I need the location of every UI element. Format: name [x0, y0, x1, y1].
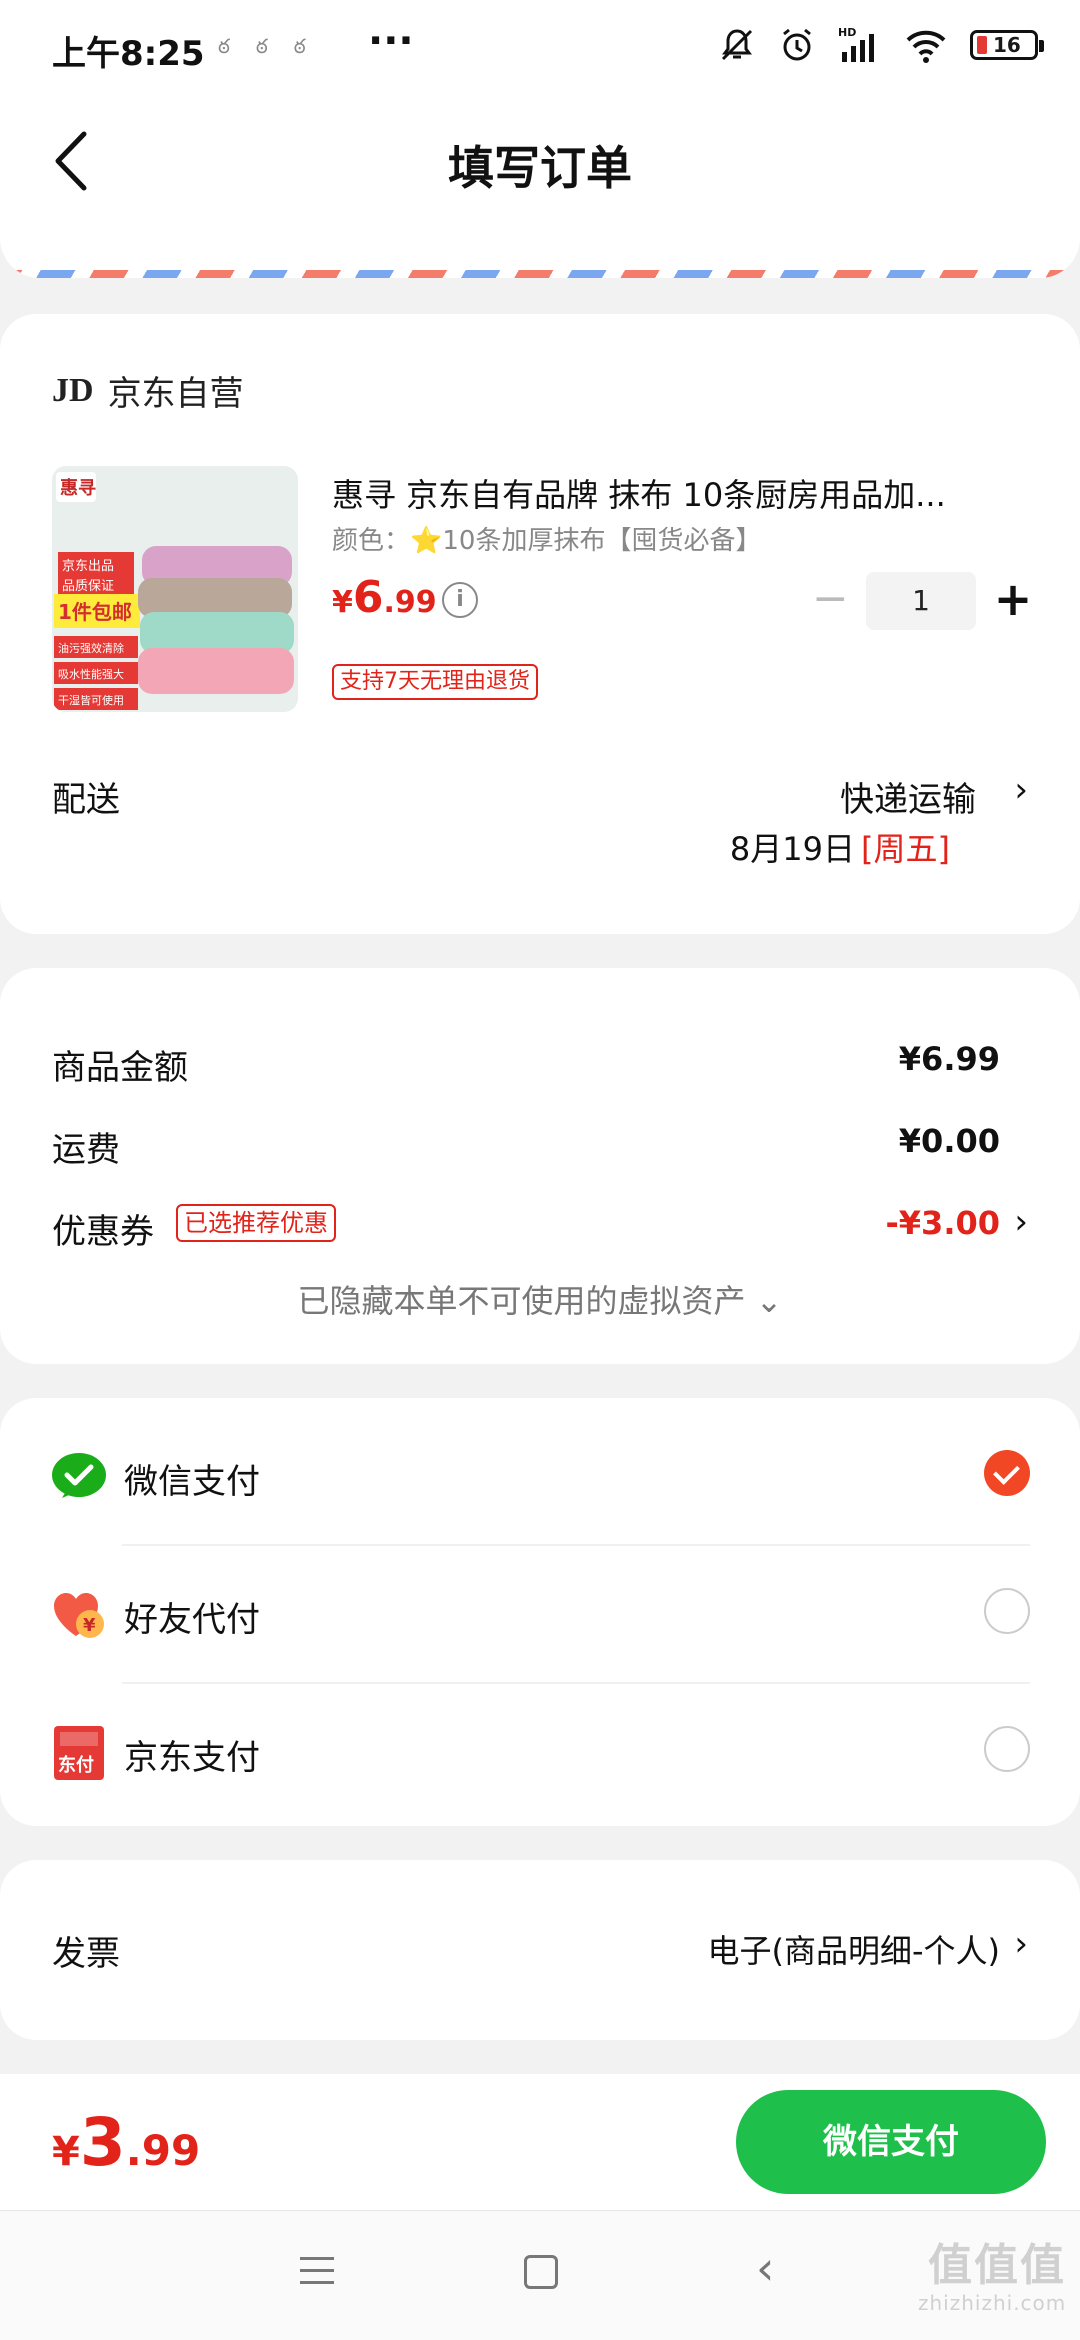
chevron-right-icon[interactable]: ›: [1014, 1202, 1028, 1242]
title-bar: 填写订单: [0, 96, 1080, 232]
invoice-value[interactable]: 电子(商品明细-个人): [707, 1926, 1000, 1972]
product-price: ¥ 6 .99: [332, 572, 437, 623]
product-image-tag2: 品质保证: [62, 579, 114, 594]
jd-pay-icon-text: 东付: [58, 1754, 94, 1776]
price-currency: ¥: [332, 585, 353, 620]
status-bar: 上午8:25 ఠఠఠ ··· HD 16: [0, 0, 1080, 96]
product-image-tag1: 京东出品: [62, 559, 114, 574]
goods-amount-label: 商品金额: [52, 1048, 188, 1088]
envelope-stripe: [0, 270, 1080, 278]
submit-payment-button[interactable]: 微信支付: [736, 2090, 1046, 2194]
system-nav-bar: ‹ 值值值 zhizhizhi.com: [0, 2210, 1080, 2340]
product-variant: 颜色：⭐10条加厚抹布【囤货必备】: [332, 526, 762, 556]
radio-unchecked-icon[interactable]: [984, 1726, 1030, 1772]
amount-card: 商品金额 ¥6.99 运费 ¥0.00 优惠券 已选推荐优惠 -¥3.00 › …: [0, 968, 1080, 1364]
alarm-icon: [783, 28, 811, 61]
goods-amount-value: ¥6.99: [898, 1040, 1000, 1078]
payment-label-wechat: 微信支付: [124, 1462, 260, 1502]
product-image-feature3: 干湿皆可使用: [58, 694, 124, 707]
radio-checked-icon[interactable]: [984, 1450, 1030, 1496]
checkout-bar: ¥ 3 .99 微信支付: [0, 2074, 1080, 2210]
invoice-card[interactable]: 发票 电子(商品明细-个人) ›: [0, 1860, 1080, 2040]
address-card[interactable]: [0, 232, 1080, 278]
coupon-badge: 已选推荐优惠: [176, 1204, 336, 1242]
quantity-decrease-button[interactable]: −: [812, 577, 849, 621]
status-time: 上午8:25: [52, 34, 205, 74]
product-image-feature2: 吸水性能强大: [58, 667, 124, 681]
price-info-icon[interactable]: i: [442, 582, 478, 618]
payment-option-friend[interactable]: ¥ 好友代付: [0, 1546, 1080, 1684]
total-currency: ¥: [52, 2129, 80, 2175]
payment-card: 微信支付 ¥ 好友代付 东付 京东支付: [0, 1398, 1080, 1826]
total-integer: 3: [79, 2104, 126, 2181]
radio-unchecked-icon[interactable]: [984, 1588, 1030, 1634]
coupon-value[interactable]: -¥3.00: [886, 1204, 1001, 1242]
svg-text:HD: HD: [838, 26, 856, 39]
delivery-weekday: [周五]: [861, 830, 950, 868]
total-decimal: .99: [125, 2126, 201, 2175]
shop-row: JD 京东自营: [52, 366, 244, 415]
wechat-pay-icon: [52, 1453, 106, 1498]
status-icons: HD 16: [718, 26, 1044, 64]
shipping-value: ¥0.00: [898, 1122, 1000, 1160]
nav-back-button[interactable]: ‹: [756, 2241, 774, 2295]
payment-label-friend: 好友代付: [124, 1600, 260, 1640]
delivery-date-day: 8月19日: [729, 830, 856, 868]
payment-option-wechat[interactable]: 微信支付: [0, 1408, 1080, 1546]
order-card: JD 京东自营 惠寻 京东出品 品质保证 1件包邮 油污强效清除 吸水性能强大 …: [0, 314, 1080, 934]
delivery-date: 8月19日 [周五]: [730, 824, 950, 870]
hidden-assets-toggle[interactable]: 已隐藏本单不可使用的虚拟资产 ⌄: [0, 1276, 1080, 1322]
watermark: 值值值: [928, 2240, 1066, 2291]
jd-pay-icon: 东付: [54, 1726, 104, 1780]
recents-button[interactable]: [300, 2257, 334, 2293]
home-button[interactable]: [524, 2255, 558, 2289]
payment-option-jd[interactable]: 东付 京东支付: [0, 1684, 1080, 1822]
quantity-input[interactable]: 1: [866, 572, 976, 630]
product-image[interactable]: 惠寻 京东出品 品质保证 1件包邮 油污强效清除 吸水性能强大 干湿皆可使用: [52, 466, 298, 712]
product-image-promo: 1件包邮: [58, 600, 132, 624]
page-title: 填写订单: [448, 141, 632, 195]
delivery-method[interactable]: 快递运输: [840, 772, 976, 821]
product-title[interactable]: 惠寻 京东自有品牌 抹布 10条厨房用品加...: [332, 470, 1032, 516]
notification-icons: ఠఠఠ: [218, 34, 332, 58]
battery-icon: 16: [970, 30, 1044, 60]
return-policy-badge: 支持7天无理由退货: [332, 664, 538, 700]
chevron-right-icon[interactable]: ›: [1014, 1924, 1028, 1964]
shop-name: 京东自营: [107, 374, 244, 414]
price-integer: 6: [352, 572, 384, 623]
more-notifications-icon: ···: [368, 18, 414, 64]
svg-text:¥: ¥: [83, 1615, 96, 1636]
watermark-url: zhizhizhi.com: [918, 2291, 1067, 2315]
total-price: ¥ 3 .99: [52, 2104, 200, 2181]
mute-icon: [721, 29, 753, 61]
invoice-label: 发票: [52, 1934, 120, 1974]
quantity-increase-button[interactable]: +: [990, 574, 1036, 624]
shipping-label: 运费: [52, 1130, 120, 1170]
battery-level: 16: [993, 33, 1021, 57]
product-image-brand: 惠寻: [60, 478, 96, 499]
price-decimal: .99: [383, 585, 437, 620]
payment-label-jd: 京东支付: [124, 1738, 260, 1778]
coupon-label[interactable]: 优惠券: [52, 1204, 154, 1253]
delivery-label: 配送: [52, 780, 120, 820]
wifi-icon: [906, 30, 946, 63]
chevron-right-icon[interactable]: ›: [1014, 770, 1028, 810]
signal-icon: HD: [838, 26, 874, 62]
jd-logo-icon: JD: [52, 371, 94, 409]
friend-pay-icon: ¥: [54, 1593, 104, 1638]
product-image-feature1: 油污强效清除: [58, 641, 124, 655]
